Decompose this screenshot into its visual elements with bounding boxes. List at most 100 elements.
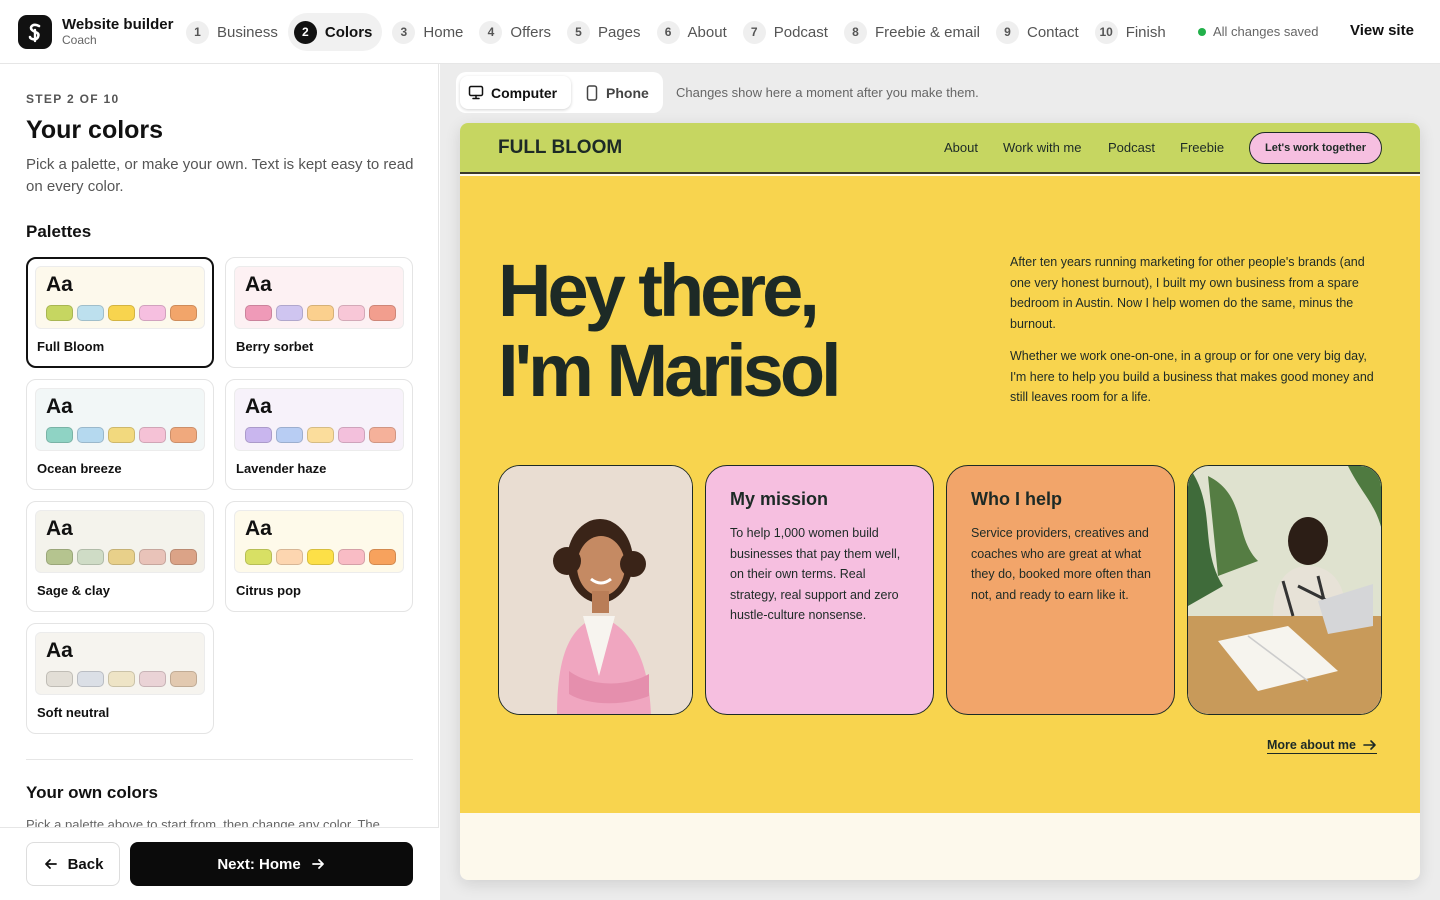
step-number: 1 [186,20,209,44]
step-4[interactable]: 4 Offers [473,13,557,51]
palette-color-chip [245,549,272,565]
palette-chips [245,427,400,443]
step-10[interactable]: 10 Finish [1089,13,1172,51]
mission-title: My mission [730,489,829,509]
palette-swatch: Aa [234,266,404,329]
palette-sample-text: Aa [245,517,272,540]
palette-swatch: Aa [35,266,205,329]
palette-sample-text: Aa [46,273,73,296]
palette-color-chip [245,427,272,443]
palette-color-chip [307,427,334,443]
site-nav-work[interactable]: Work with me [1003,140,1082,155]
step-9[interactable]: 9 Contact [990,13,1085,51]
palette-color-chip [307,549,334,565]
step-number: 9 [995,20,1019,44]
site-hero: Hey there, I'm Marisol After ten years r… [460,176,1420,813]
palette-chips [46,427,201,443]
step-5[interactable]: 5 Pages [561,13,647,51]
step-label: Home [423,23,464,41]
palette-color-chip [276,549,303,565]
step-8[interactable]: 8 Freebie & email [838,13,986,51]
site-nav-about[interactable]: About [944,140,978,155]
logo-icon [18,15,52,49]
site-nav-podcast[interactable]: Podcast [1108,140,1155,155]
step-label: Freebie & email [874,23,980,41]
mission-card: My mission To help 1,000 women build bus… [705,465,934,715]
palette-color-chip [77,427,104,443]
palette-color-chip [139,427,166,443]
palette-sample-text: Aa [245,395,272,418]
palette-sample-text: Aa [46,395,73,418]
step-7[interactable]: 7 Podcast [737,13,834,51]
site-nav-freebie[interactable]: Freebie [1180,140,1224,155]
portrait-photo [498,465,693,715]
device-computer-button[interactable]: Computer [460,76,571,109]
save-status: All changes saved [1198,24,1319,39]
palette-color-chip [338,427,365,443]
preview-hint: Changes show here a moment after you mak… [676,85,979,100]
view-site-link[interactable]: View site [1350,22,1414,39]
page-title: Your colors [26,116,164,144]
next-label: Next: Home [217,855,301,873]
palette-color-chip [46,549,73,565]
palette-name: Full Bloom [37,339,105,354]
palette-color-chip [369,549,396,565]
palette-swatch: Aa [35,632,205,695]
who-i-help-text: Service providers, creatives and coaches… [971,526,1151,602]
palette-card-sage-clay[interactable]: Aa Sage & clay [26,501,214,612]
back-button[interactable]: Back [26,842,120,886]
who-i-help-title: Who I help [971,489,1062,509]
palette-chips [46,305,201,321]
step-counter: STEP 2 OF 10 [26,92,120,106]
palette-card-berry-sorbet[interactable]: Aa Berry sorbet [225,257,413,368]
palette-color-chip [108,305,135,321]
palette-swatch: Aa [234,388,404,451]
palette-card-lavender-haze[interactable]: Aa Lavender haze [225,379,413,490]
palette-swatch: Aa [35,510,205,573]
saved-dot-icon [1198,27,1206,36]
site-preview: FULL BLOOM About Work with me Podcast Fr… [460,123,1420,880]
step-2[interactable]: 2 Colors [287,13,383,51]
palette-sample-text: Aa [46,639,73,662]
computer-icon [468,85,484,100]
palette-color-chip [170,549,197,565]
palette-chips [46,549,201,565]
palettes-heading: Palettes [26,222,92,241]
palette-color-chip [108,671,135,687]
device-computer-label: Computer [491,84,558,101]
step-label: Contact [1026,23,1079,41]
step-label: Business [217,23,278,41]
step-label: Offers [510,23,551,41]
step-1[interactable]: 1 Business [180,13,284,51]
palette-card-full-bloom[interactable]: Aa Full Bloom [26,257,214,368]
palette-card-ocean-breeze[interactable]: Aa Ocean breeze [26,379,214,490]
step-label: Colors [324,23,373,41]
step-number: 7 [742,20,766,44]
palette-name: Soft neutral [37,705,110,720]
palette-name: Ocean breeze [37,461,122,476]
palette-color-chip [276,427,303,443]
palette-swatch: Aa [35,388,205,451]
palette-sample-text: Aa [245,273,272,296]
next-button[interactable]: Next: Home [130,842,413,886]
step-number: 2 [293,20,317,44]
arrow-right-icon [1363,740,1376,750]
palette-card-soft-neutral[interactable]: Aa Soft neutral [26,623,214,734]
step-number: 10 [1094,20,1118,44]
site-cta-button[interactable]: Let's work together [1249,132,1382,164]
step-6[interactable]: 6 About [651,13,733,51]
step-3[interactable]: 3 Home [386,13,469,51]
palette-color-chip [77,305,104,321]
step-number: 6 [656,20,680,44]
more-about-link[interactable]: More about me [1267,738,1377,754]
palette-chips [245,305,400,321]
palette-card-citrus-pop[interactable]: Aa Citrus pop [225,501,413,612]
device-phone-button[interactable]: Phone [578,76,658,109]
step-label: Finish [1125,23,1166,41]
arrow-left-icon [44,859,57,869]
palette-chips [245,549,400,565]
palette-color-chip [46,427,73,443]
step-number: 5 [566,20,590,44]
palette-color-chip [108,427,135,443]
section-divider [26,759,413,760]
